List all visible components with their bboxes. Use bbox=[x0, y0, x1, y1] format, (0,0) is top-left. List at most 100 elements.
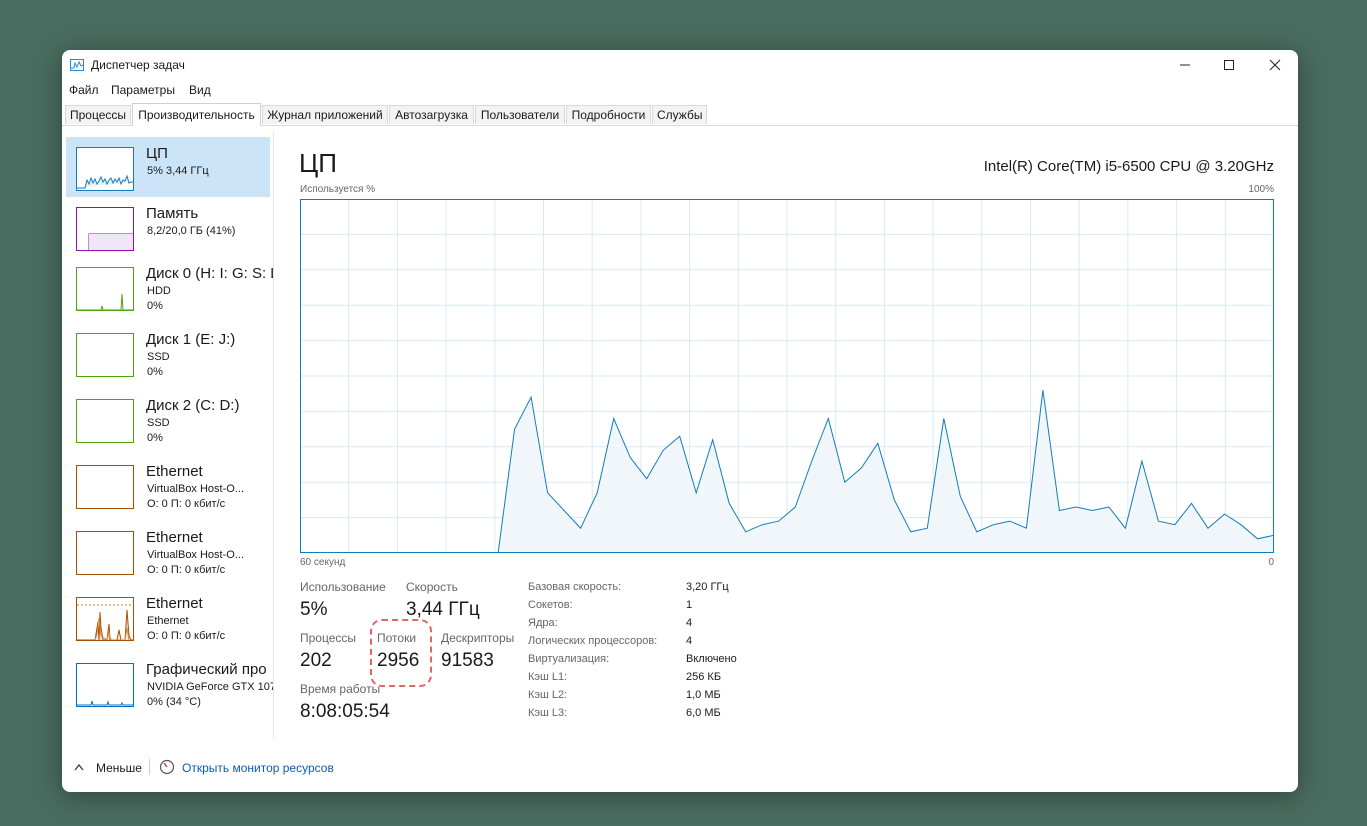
graph-x-label: 60 секунд bbox=[300, 557, 346, 568]
usage-label: Использование bbox=[300, 580, 386, 594]
tab-performance[interactable]: Производительность bbox=[132, 103, 261, 126]
uptime-value: 8:08:05:54 bbox=[300, 701, 390, 722]
sidebar-disk-0-name: Диск 0 (H: I: G: S: L bbox=[146, 265, 274, 282]
info-value-cache-l2: 1,0 МБ bbox=[686, 689, 721, 701]
footer-divider bbox=[149, 759, 150, 775]
gpu-thumbnail bbox=[76, 663, 134, 707]
info-label-sockets: Сокетов: bbox=[528, 599, 573, 611]
ethernet-1-thumbnail bbox=[76, 465, 134, 509]
chevron-up-icon[interactable] bbox=[74, 763, 84, 771]
tab-bar: Процессы Производительность Журнал прило… bbox=[62, 103, 1298, 126]
minimize-icon bbox=[1180, 64, 1190, 66]
title-bar[interactable]: Диспетчер задач bbox=[62, 50, 1298, 80]
graph-x-end-label: 0 bbox=[1268, 557, 1274, 568]
sidebar-ethernet-2-adapter: VirtualBox Host-O... bbox=[147, 549, 244, 561]
tab-app-history[interactable]: Журнал приложений bbox=[262, 105, 388, 124]
ethernet-3-thumbnail bbox=[76, 597, 134, 641]
info-label-cores: Ядра: bbox=[528, 617, 558, 629]
sidebar-ethernet-1-rate: О: 0 П: 0 кбит/с bbox=[147, 498, 226, 510]
tab-startup[interactable]: Автозагрузка bbox=[389, 105, 474, 124]
ethernet-3-thumb-line bbox=[77, 609, 133, 640]
cpu-thumb-line bbox=[77, 174, 133, 189]
memory-thumbnail bbox=[76, 207, 134, 251]
sidebar-disk-1-type: SSD bbox=[147, 351, 170, 363]
sidebar-gpu-model: NVIDIA GeForce GTX 107 bbox=[147, 681, 274, 693]
uptime-label: Время работы bbox=[300, 682, 381, 696]
info-value-cache-l3: 6,0 МБ bbox=[686, 707, 721, 719]
cpu-thumbnail bbox=[76, 147, 134, 191]
tab-details[interactable]: Подробности bbox=[566, 105, 651, 124]
info-value-base-speed: 3,20 ГГц bbox=[686, 581, 729, 593]
sidebar-cpu-name: ЦП bbox=[146, 145, 168, 162]
info-label-cache-l1: Кэш L1: bbox=[528, 671, 568, 683]
close-button[interactable] bbox=[1252, 50, 1298, 80]
menu-view[interactable]: Вид bbox=[189, 83, 211, 97]
sidebar-ethernet-1-name: Ethernet bbox=[146, 463, 203, 480]
window-title: Диспетчер задач bbox=[91, 58, 185, 72]
minimize-button[interactable] bbox=[1162, 50, 1208, 80]
sidebar-item-disk-1[interactable]: Диск 1 (E: J:) SSD 0% bbox=[66, 323, 270, 383]
sidebar-item-memory[interactable]: Память 8,2/20,0 ГБ (41%) bbox=[66, 197, 270, 257]
info-value-sockets: 1 bbox=[686, 599, 693, 611]
memory-thumb-fill bbox=[89, 234, 133, 250]
tab-services[interactable]: Службы bbox=[652, 105, 707, 124]
cpu-model-name: Intel(R) Core(TM) i5-6500 CPU @ 3.20GHz bbox=[983, 158, 1274, 175]
sidebar-item-disk-0[interactable]: Диск 0 (H: I: G: S: L HDD 0% bbox=[66, 257, 273, 317]
maximize-button[interactable] bbox=[1206, 50, 1252, 80]
disk-0-thumbnail bbox=[76, 267, 134, 311]
sidebar-item-ethernet-1[interactable]: Ethernet VirtualBox Host-O... О: 0 П: 0 … bbox=[66, 455, 270, 515]
info-label-virtualization: Виртуализация: bbox=[528, 653, 610, 665]
sidebar-cpu-sub: 5% 3,44 ГГц bbox=[147, 165, 209, 177]
sidebar-item-cpu[interactable]: ЦП 5% 3,44 ГГц bbox=[66, 137, 270, 197]
sidebar-item-ethernet-3[interactable]: Ethernet Ethernet О: 0 П: 0 кбит/с bbox=[66, 587, 270, 647]
sidebar-memory-sub: 8,2/20,0 ГБ (41%) bbox=[147, 225, 236, 237]
sidebar-disk-2-type: SSD bbox=[147, 417, 170, 429]
footer-bar: Меньше Открыть монитор ресурсов bbox=[62, 750, 1298, 786]
ethernet-2-thumbnail bbox=[76, 531, 134, 575]
sidebar-ethernet-3-adapter: Ethernet bbox=[147, 615, 189, 627]
sidebar-disk-1-usage: 0% bbox=[147, 366, 163, 378]
sidebar-gpu-name: Графический про bbox=[146, 661, 267, 678]
handles-value: 91583 bbox=[441, 650, 494, 671]
sidebar-ethernet-3-name: Ethernet bbox=[146, 595, 203, 612]
info-label-logical-processors: Логических процессоров: bbox=[528, 635, 658, 647]
sidebar-memory-name: Память bbox=[146, 205, 199, 222]
info-value-cores: 4 bbox=[686, 617, 693, 629]
info-value-virtualization: Включено bbox=[686, 653, 737, 665]
processes-label: Процессы bbox=[300, 631, 357, 645]
threads-highlight-annotation bbox=[370, 619, 432, 687]
sidebar-disk-2-usage: 0% bbox=[147, 432, 163, 444]
sidebar-disk-1-name: Диск 1 (E: J:) bbox=[146, 331, 236, 348]
gpu-thumb-line bbox=[77, 700, 133, 706]
menu-options[interactable]: Параметры bbox=[111, 83, 175, 97]
info-value-logical-processors: 4 bbox=[686, 635, 693, 647]
sidebar-disk-0-usage: 0% bbox=[147, 300, 163, 312]
sidebar-gpu-usage: 0% (34 °C) bbox=[147, 696, 201, 708]
tab-processes[interactable]: Процессы bbox=[65, 105, 131, 124]
task-manager-app-icon bbox=[70, 59, 84, 71]
sidebar-disk-2-name: Диск 2 (C: D:) bbox=[146, 397, 240, 414]
tab-users[interactable]: Пользователи bbox=[475, 105, 565, 124]
cpu-usage-graph bbox=[300, 199, 1274, 553]
sidebar-ethernet-2-name: Ethernet bbox=[146, 529, 203, 546]
graph-y-max-label: 100% bbox=[1248, 184, 1274, 195]
sidebar-item-ethernet-2[interactable]: Ethernet VirtualBox Host-O... О: 0 П: 0 … bbox=[66, 521, 270, 581]
info-value-cache-l1: 256 КБ bbox=[686, 671, 722, 683]
sidebar-ethernet-3-rate: О: 0 П: 0 кбит/с bbox=[147, 630, 226, 642]
speed-value: 3,44 ГГц bbox=[406, 599, 480, 620]
handles-label: Дескрипторы bbox=[441, 631, 515, 645]
sidebar-ethernet-1-adapter: VirtualBox Host-O... bbox=[147, 483, 244, 495]
disk-1-thumbnail bbox=[76, 333, 134, 377]
menu-file[interactable]: Файл bbox=[69, 83, 99, 97]
resource-sidebar: ЦП 5% 3,44 ГГц Память 8,2/20,0 ГБ (41%) … bbox=[62, 132, 274, 739]
disk-0-thumb-line bbox=[77, 293, 133, 310]
open-resource-monitor-link[interactable]: Открыть монитор ресурсов bbox=[182, 761, 334, 775]
speed-label: Скорость bbox=[406, 580, 458, 594]
close-icon bbox=[1269, 59, 1281, 71]
processes-value: 202 bbox=[300, 650, 332, 671]
sidebar-item-gpu[interactable]: Графический про NVIDIA GeForce GTX 107 0… bbox=[66, 653, 273, 713]
fewer-details-button[interactable]: Меньше bbox=[96, 761, 142, 775]
maximize-icon bbox=[1224, 60, 1234, 70]
sidebar-item-disk-2[interactable]: Диск 2 (C: D:) SSD 0% bbox=[66, 389, 270, 449]
resource-monitor-icon[interactable] bbox=[159, 759, 175, 775]
